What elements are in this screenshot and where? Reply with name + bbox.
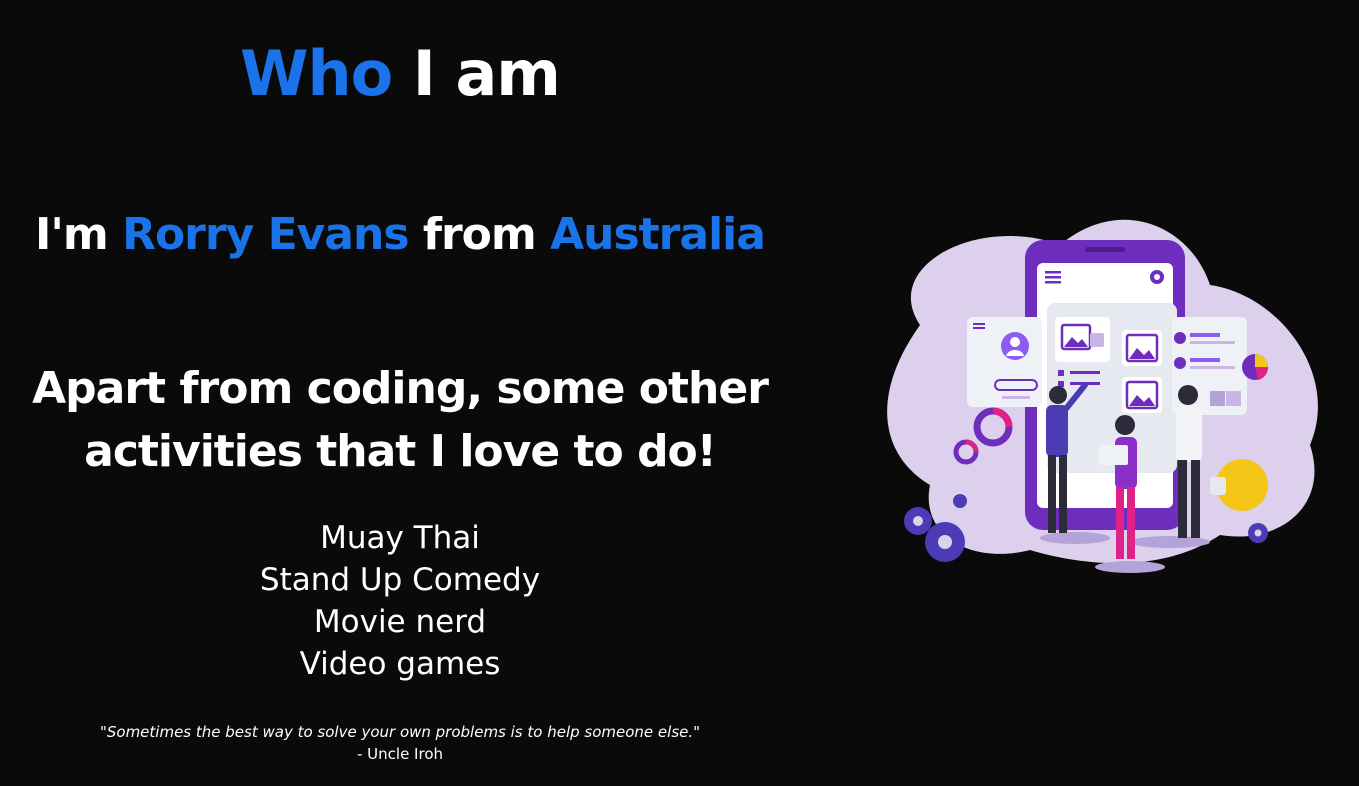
title-accent-word: Who xyxy=(240,37,393,110)
intro-middle: from xyxy=(408,209,551,260)
activities-heading-line2: activities that I love to do! xyxy=(84,426,717,477)
intro-name: Rorry Evans xyxy=(122,209,409,260)
activities-heading: Apart from coding, some other activities… xyxy=(0,357,800,483)
activity-item: Video games xyxy=(299,646,501,682)
phone-speaker xyxy=(1085,247,1125,252)
team-app-illustration-icon xyxy=(887,219,1318,573)
gear-icon xyxy=(953,494,967,508)
quote: "Sometimes the best way to solve your ow… xyxy=(0,721,800,765)
intro-country: Australia xyxy=(550,209,766,260)
person-3-head xyxy=(1178,385,1198,405)
intro-line: I'm Rorry Evans from Australia xyxy=(0,205,800,265)
title-rest: I am xyxy=(392,37,561,110)
person-1-head xyxy=(1049,386,1067,404)
quote-author: - Uncle Iroh xyxy=(356,745,444,763)
quote-text: "Sometimes the best way to solve your ow… xyxy=(99,723,701,741)
profile-card xyxy=(967,317,1042,407)
activity-item: Muay Thai xyxy=(320,520,480,556)
activities-heading-line1: Apart from coding, some other xyxy=(32,363,769,414)
person-2-head xyxy=(1115,415,1135,435)
activity-item: Movie nerd xyxy=(313,604,487,640)
activity-item: Stand Up Comedy xyxy=(259,562,541,598)
intro-prefix: I'm xyxy=(35,209,123,260)
page-title: Who I am xyxy=(0,34,800,114)
about-section: Who I am I'm Rorry Evans from Australia … xyxy=(0,0,1359,786)
about-text-column: Who I am I'm Rorry Evans from Australia … xyxy=(0,0,800,786)
activities-list: Muay Thai Stand Up Comedy Movie nerd Vid… xyxy=(0,517,800,685)
